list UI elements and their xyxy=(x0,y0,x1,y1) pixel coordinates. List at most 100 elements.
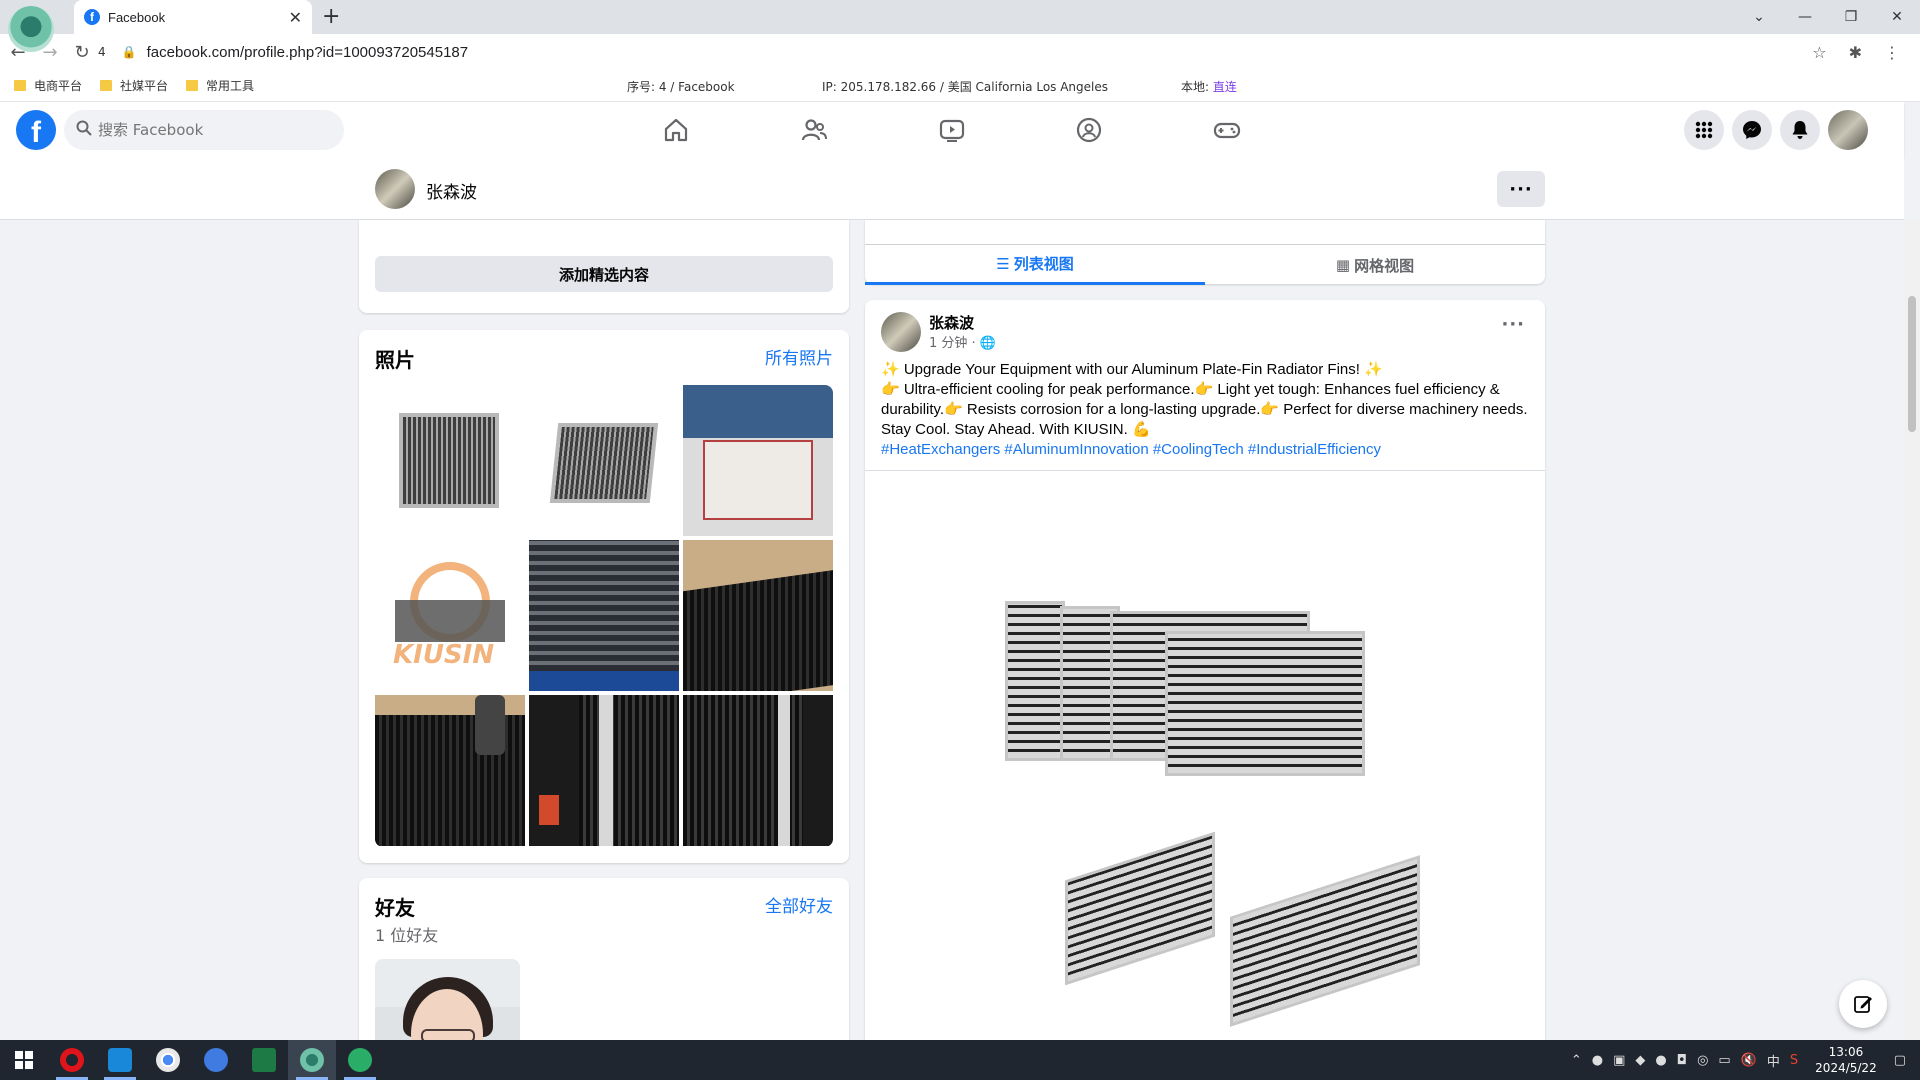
tray-app-icon[interactable]: ◆ xyxy=(1635,1053,1645,1068)
search-box[interactable] xyxy=(64,110,344,150)
tab-title: Facebook xyxy=(108,9,166,25)
profile-name[interactable]: 张森波 xyxy=(426,178,477,203)
tab-grid-view[interactable]: ▦ 网格视图 xyxy=(1205,245,1545,285)
new-tab-button[interactable]: + xyxy=(322,4,340,29)
extensions-icon[interactable]: ✱ xyxy=(1849,43,1862,62)
tab-search-icon[interactable]: ⌄ xyxy=(1736,9,1782,25)
opera-icon xyxy=(60,1048,84,1072)
bookmark-folder-tools[interactable]: 常用工具 xyxy=(186,77,254,94)
browser-tab-strip: f Facebook ✕ + ⌄ — ❐ ✕ xyxy=(0,0,1920,34)
url-text: facebook.com/profile.php?id=100093720545… xyxy=(146,43,469,61)
post-timestamp[interactable]: 1 分钟 · 🌐 xyxy=(929,332,996,351)
post-image[interactable] xyxy=(865,470,1545,1080)
wechat-icon xyxy=(348,1048,372,1072)
tray-app-icon[interactable]: ◘ xyxy=(1677,1053,1687,1068)
post-author-avatar[interactable] xyxy=(881,312,921,352)
profile-sticky-bar: 张森波 ··· xyxy=(0,158,1904,220)
scrollbar-thumb[interactable] xyxy=(1908,296,1916,432)
tray-app-icon[interactable]: ◎ xyxy=(1697,1053,1708,1068)
ime-indicator[interactable]: 中 xyxy=(1767,1051,1780,1070)
taskbar-app-blue[interactable] xyxy=(96,1040,144,1080)
tray-wechat-icon[interactable]: ● xyxy=(1655,1053,1666,1068)
search-icon xyxy=(76,120,92,140)
notification-center-icon[interactable]: ▢ xyxy=(1894,1053,1906,1068)
photo-thumbnail[interactable] xyxy=(683,695,833,846)
tab-count: 4 xyxy=(98,45,106,59)
taskbar-chrome[interactable] xyxy=(144,1040,192,1080)
photo-thumbnail[interactable] xyxy=(683,385,833,536)
tab-list-view[interactable]: ☰ 列表视图 xyxy=(865,245,1205,285)
menu-grid-icon[interactable] xyxy=(1684,110,1724,150)
new-message-button[interactable] xyxy=(1839,980,1887,1028)
public-globe-icon: 🌐 xyxy=(979,336,996,351)
posts-header-card: ☰ 列表视图 ▦ 网格视图 xyxy=(865,220,1545,285)
home-icon[interactable] xyxy=(662,116,690,144)
profile-avatar[interactable] xyxy=(375,169,415,209)
photo-thumbnail[interactable]: KIUSIN xyxy=(375,540,525,691)
browser-profile-icon xyxy=(300,1048,324,1072)
photo-thumbnail[interactable] xyxy=(683,540,833,691)
minimize-button[interactable]: — xyxy=(1782,9,1828,25)
browser-tab-facebook[interactable]: f Facebook ✕ xyxy=(74,0,312,34)
post-options-icon[interactable]: ··· xyxy=(1501,314,1525,335)
gaming-icon[interactable] xyxy=(1213,116,1241,144)
bookmark-star-icon[interactable]: ☆ xyxy=(1812,43,1826,62)
facebook-favicon-icon: f xyxy=(84,9,100,25)
taskbar-active-browser[interactable] xyxy=(288,1040,336,1080)
post-line-2: 👉 Ultra-efficient cooling for peak perfo… xyxy=(881,381,1528,438)
post-author-name[interactable]: 张森波 xyxy=(929,312,974,333)
profile-more-button[interactable]: ··· xyxy=(1497,171,1545,207)
close-window-button[interactable]: ✕ xyxy=(1874,9,1920,25)
restore-button[interactable]: ❐ xyxy=(1828,9,1874,25)
search-input[interactable] xyxy=(98,121,318,139)
bookmark-folder-social[interactable]: 社媒平台 xyxy=(100,77,168,94)
page-scrollbar[interactable] xyxy=(1904,220,1920,1040)
tray-app-icon[interactable]: ● xyxy=(1592,1053,1603,1068)
address-bar: ← → ↻ 4 🔒 facebook.com/profile.php?id=10… xyxy=(0,34,1920,70)
post-hashtags[interactable]: #HeatExchangers #AluminumInnovation #Coo… xyxy=(881,440,1531,460)
compose-icon xyxy=(1854,996,1872,1013)
tray-expand-icon[interactable]: ⌃ xyxy=(1571,1053,1582,1068)
photo-thumbnail[interactable] xyxy=(529,385,679,536)
serial-info: 序号: 4 / Facebook xyxy=(627,80,735,94)
post-line-1: ✨ Upgrade Your Equipment with our Alumin… xyxy=(881,361,1383,378)
all-friends-link[interactable]: 全部好友 xyxy=(765,892,833,917)
watch-icon[interactable] xyxy=(938,116,966,144)
post-text: ✨ Upgrade Your Equipment with our Alumin… xyxy=(881,360,1531,460)
reload-button[interactable]: ↻ xyxy=(68,42,96,63)
bookmark-folder-ecommerce[interactable]: 电商平台 xyxy=(14,77,82,94)
url-field[interactable]: 🔒 facebook.com/profile.php?id=1000937205… xyxy=(112,38,1803,66)
taskbar-search-app[interactable] xyxy=(192,1040,240,1080)
tray-app-icon[interactable]: ▣ xyxy=(1613,1053,1625,1068)
taskbar-wechat[interactable] xyxy=(336,1040,384,1080)
lock-icon[interactable]: 🔒 xyxy=(122,45,137,59)
start-button[interactable] xyxy=(0,1040,48,1080)
all-photos-link[interactable]: 所有照片 xyxy=(765,344,833,369)
taskbar-excel[interactable] xyxy=(240,1040,288,1080)
volume-muted-icon[interactable]: 🔇 xyxy=(1741,1053,1757,1068)
local-info: 本地: 直连 xyxy=(1181,80,1237,94)
photo-thumbnail[interactable] xyxy=(375,385,525,536)
browser-menu-icon[interactable]: ⋮ xyxy=(1884,43,1900,62)
browser-profile-icon[interactable] xyxy=(8,6,54,52)
taskbar-opera[interactable] xyxy=(48,1040,96,1080)
messenger-icon[interactable] xyxy=(1732,110,1772,150)
account-avatar[interactable] xyxy=(1828,110,1868,150)
photo-thumbnail[interactable] xyxy=(529,695,679,846)
system-tray: ⌃ ● ▣ ◆ ● ◘ ◎ ▭ 🔇 中 S 13:06 2024/5/22 ▢ xyxy=(1566,1040,1920,1080)
friends-count: 1 位好友 xyxy=(375,926,439,945)
app-icon xyxy=(204,1048,228,1072)
sogou-ime-icon[interactable]: S xyxy=(1790,1053,1798,1068)
add-featured-button[interactable]: 添加精选内容 xyxy=(375,256,833,292)
network-icon[interactable]: ▭ xyxy=(1718,1053,1730,1068)
photo-thumbnail[interactable] xyxy=(375,695,525,846)
local-direct-link[interactable]: 直连 xyxy=(1213,80,1237,94)
clock[interactable]: 13:06 2024/5/22 xyxy=(1815,1044,1877,1076)
tab-close-icon[interactable]: ✕ xyxy=(289,8,302,27)
facebook-logo-icon[interactable]: f xyxy=(16,110,56,150)
notifications-bell-icon[interactable] xyxy=(1780,110,1820,150)
friends-icon[interactable] xyxy=(800,116,828,144)
intro-card: 添加精选内容 xyxy=(359,220,849,313)
groups-icon[interactable] xyxy=(1075,116,1103,144)
photo-thumbnail[interactable] xyxy=(529,540,679,691)
